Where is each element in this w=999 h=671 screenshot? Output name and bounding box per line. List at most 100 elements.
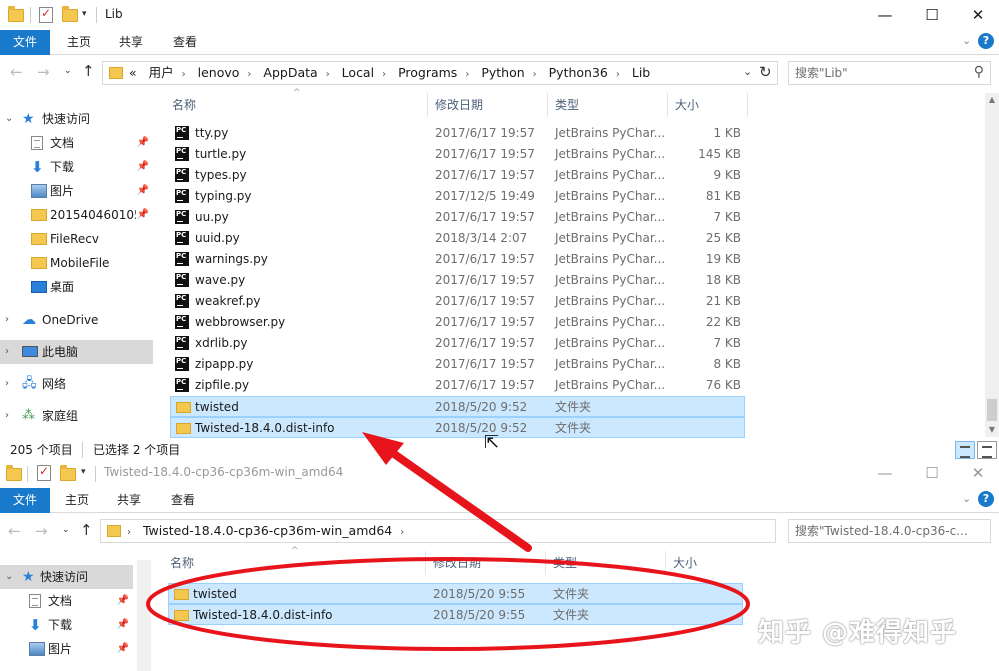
help-icon[interactable]: ? <box>978 491 994 507</box>
column-divider[interactable] <box>425 551 426 575</box>
collapsed-chevron-icon[interactable]: › <box>5 372 9 396</box>
tab-share[interactable]: 共享 <box>108 488 150 513</box>
column-divider[interactable] <box>427 93 428 117</box>
file-row[interactable]: PC weakref.py 2017/6/17 19:57 JetBrains PyC… <box>170 291 745 312</box>
file-row[interactable]: PC warnings.py 2017/6/17 19:57 JetBrains Py… <box>170 249 745 270</box>
tab-file[interactable]: 文件 <box>0 488 50 513</box>
customize-toolbar-chevron-icon[interactable]: ▾ <box>82 9 87 19</box>
forward-arrow-icon[interactable]: → <box>37 63 50 81</box>
breadcrumb-item[interactable]: Lib <box>632 65 650 80</box>
column-header-type[interactable]: 类型 <box>553 551 665 575</box>
file-row[interactable]: PC types.py 2017/6/17 19:57 JetBrains PyCha… <box>170 165 745 186</box>
nav-this-pc[interactable]: › 此电脑 <box>0 340 153 364</box>
chevron-right-icon[interactable]: › <box>400 527 404 538</box>
column-header-name[interactable]: 名称 <box>172 93 427 117</box>
nav-homegroup[interactable]: › ⁂ 家庭组 <box>0 404 153 428</box>
column-header-name[interactable]: 名称 <box>170 551 425 575</box>
close-button[interactable]: ✕ <box>955 0 999 30</box>
column-divider[interactable] <box>545 551 546 575</box>
breadcrumb-item[interactable]: lenovo <box>198 65 240 80</box>
tab-home[interactable]: 主页 <box>58 30 100 55</box>
column-divider[interactable] <box>667 93 668 117</box>
collapsed-chevron-icon[interactable]: › <box>5 308 9 332</box>
minimize-button[interactable]: — <box>862 0 908 30</box>
file-row-folder[interactable]: Twisted-18.4.0.dist-info 2018/5/20 9:55 … <box>168 604 743 625</box>
help-icon[interactable]: ? <box>978 33 994 49</box>
breadcrumb-item[interactable]: 用户 <box>149 65 174 80</box>
file-row[interactable]: PC uuid.py 2018/3/14 2:07 JetBrains PyChar.… <box>170 228 745 249</box>
tab-view[interactable]: 查看 <box>164 30 206 55</box>
search-input[interactable]: 搜索"Twisted-18.4.0-cp36-c... <box>788 519 991 543</box>
refresh-icon[interactable]: ↻ <box>759 63 772 81</box>
scroll-down-icon[interactable]: ▼ <box>985 425 999 434</box>
back-arrow-icon[interactable]: ← <box>10 63 23 81</box>
nav-quick-access[interactable]: ⌄ ★ 快速访问 <box>0 107 153 131</box>
file-row-folder[interactable]: twisted 2018/5/20 9:52 文件夹 <box>170 396 745 417</box>
nav-item-filerecv[interactable]: FileRecv <box>0 227 153 251</box>
maximize-button[interactable]: ☐ <box>909 0 955 30</box>
nav-item-downloads[interactable]: ⬇ 下载 📌 <box>0 155 153 179</box>
scroll-thumb[interactable] <box>987 399 997 421</box>
column-header-size[interactable]: 大小 <box>673 551 745 575</box>
expanded-chevron-icon[interactable]: ⌄ <box>5 565 13 589</box>
details-view-button[interactable] <box>955 441 975 459</box>
nav-item-pictures[interactable]: 图片 📌 <box>0 179 153 203</box>
close-button[interactable]: ✕ <box>955 462 999 488</box>
collapsed-chevron-icon[interactable]: › <box>5 404 9 428</box>
nav-item-folder[interactable]: 201540460105 📌 <box>0 203 153 227</box>
chevron-right-icon[interactable]: › <box>182 69 186 80</box>
breadcrumb-item[interactable]: Python36 <box>549 65 608 80</box>
chevron-right-icon[interactable]: › <box>247 69 251 80</box>
file-row[interactable]: PC webbrowser.py 2017/6/17 19:57 JetBrains … <box>170 312 745 333</box>
large-icons-view-button[interactable] <box>977 441 997 459</box>
new-folder-icon[interactable] <box>62 6 78 22</box>
column-header-size[interactable]: 大小 <box>675 93 747 117</box>
file-row-folder[interactable]: twisted 2018/5/20 9:55 文件夹 <box>168 583 743 604</box>
recent-locations-chevron-icon[interactable]: ⌄ <box>64 66 72 76</box>
back-arrow-icon[interactable]: ← <box>8 522 21 540</box>
properties-icon[interactable] <box>37 464 51 481</box>
address-bar[interactable]: « 用户 › lenovo › AppData › Local › Programs › … <box>102 61 778 85</box>
chevron-right-icon[interactable]: › <box>382 69 386 80</box>
address-bar[interactable]: › Twisted-18.4.0-cp36-cp36m-win_amd64 › <box>100 519 776 543</box>
vertical-scrollbar[interactable]: ▲ ▼ <box>985 93 999 437</box>
nav-item-documents[interactable]: 文档 📌 <box>0 589 133 613</box>
expanded-chevron-icon[interactable]: ⌄ <box>5 107 13 131</box>
nav-item-desktop[interactable]: 桌面 <box>0 275 153 299</box>
chevron-right-icon[interactable]: › <box>127 527 131 538</box>
file-row[interactable]: PC turtle.py 2017/6/17 19:57 JetBrains PyCh… <box>170 144 745 165</box>
file-row[interactable]: PC xdrlib.py 2017/6/17 19:57 JetBrains PyCh… <box>170 333 745 354</box>
file-row[interactable]: PC tty.py 2017/6/17 19:57 JetBrains PyChar.… <box>170 123 745 144</box>
file-row[interactable]: PC typing.py 2017/12/5 19:49 JetBrains PyCh… <box>170 186 745 207</box>
address-dropdown-chevron-icon[interactable]: ⌄ <box>743 65 752 78</box>
breadcrumb-item[interactable]: Python <box>481 65 524 80</box>
nav-item-documents[interactable]: 文档 📌 <box>0 131 153 155</box>
nav-network[interactable]: › 🖧 网络 <box>0 372 153 396</box>
expand-ribbon-chevron-icon[interactable]: ⌄ <box>962 34 971 47</box>
breadcrumb-overflow[interactable]: « <box>129 65 137 80</box>
up-arrow-icon[interactable]: ↑ <box>82 62 95 80</box>
maximize-button[interactable]: ☐ <box>909 462 955 488</box>
column-header-date[interactable]: 修改日期 <box>433 551 545 575</box>
customize-toolbar-chevron-icon[interactable]: ▾ <box>81 467 86 477</box>
up-arrow-icon[interactable]: ↑ <box>80 521 93 539</box>
breadcrumb-item[interactable]: AppData <box>263 65 317 80</box>
column-header-type[interactable]: 类型 <box>555 93 667 117</box>
tab-home[interactable]: 主页 <box>56 488 98 513</box>
file-row[interactable]: PC uu.py 2017/6/17 19:57 JetBrains PyChar..… <box>170 207 745 228</box>
expand-ribbon-chevron-icon[interactable]: ⌄ <box>962 492 971 505</box>
nav-onedrive[interactable]: › ☁ OneDrive <box>0 308 153 332</box>
column-divider[interactable] <box>665 551 666 575</box>
file-row[interactable]: PC zipapp.py 2017/6/17 19:57 JetBrains PyCh… <box>170 354 745 375</box>
search-input[interactable]: 搜索"Lib" ⚲ <box>788 61 991 85</box>
file-row[interactable]: PC wave.py 2017/6/17 19:57 JetBrains PyChar… <box>170 270 745 291</box>
properties-icon[interactable] <box>39 6 53 23</box>
column-divider[interactable] <box>747 93 748 117</box>
column-divider[interactable] <box>547 93 548 117</box>
nav-item-mobilefile[interactable]: MobileFile <box>0 251 153 275</box>
breadcrumb-item[interactable]: Local <box>342 65 374 80</box>
new-folder-icon[interactable] <box>60 465 76 481</box>
forward-arrow-icon[interactable]: → <box>35 522 48 540</box>
nav-item-downloads[interactable]: ⬇ 下载 📌 <box>0 613 133 637</box>
minimize-button[interactable]: — <box>862 462 908 488</box>
